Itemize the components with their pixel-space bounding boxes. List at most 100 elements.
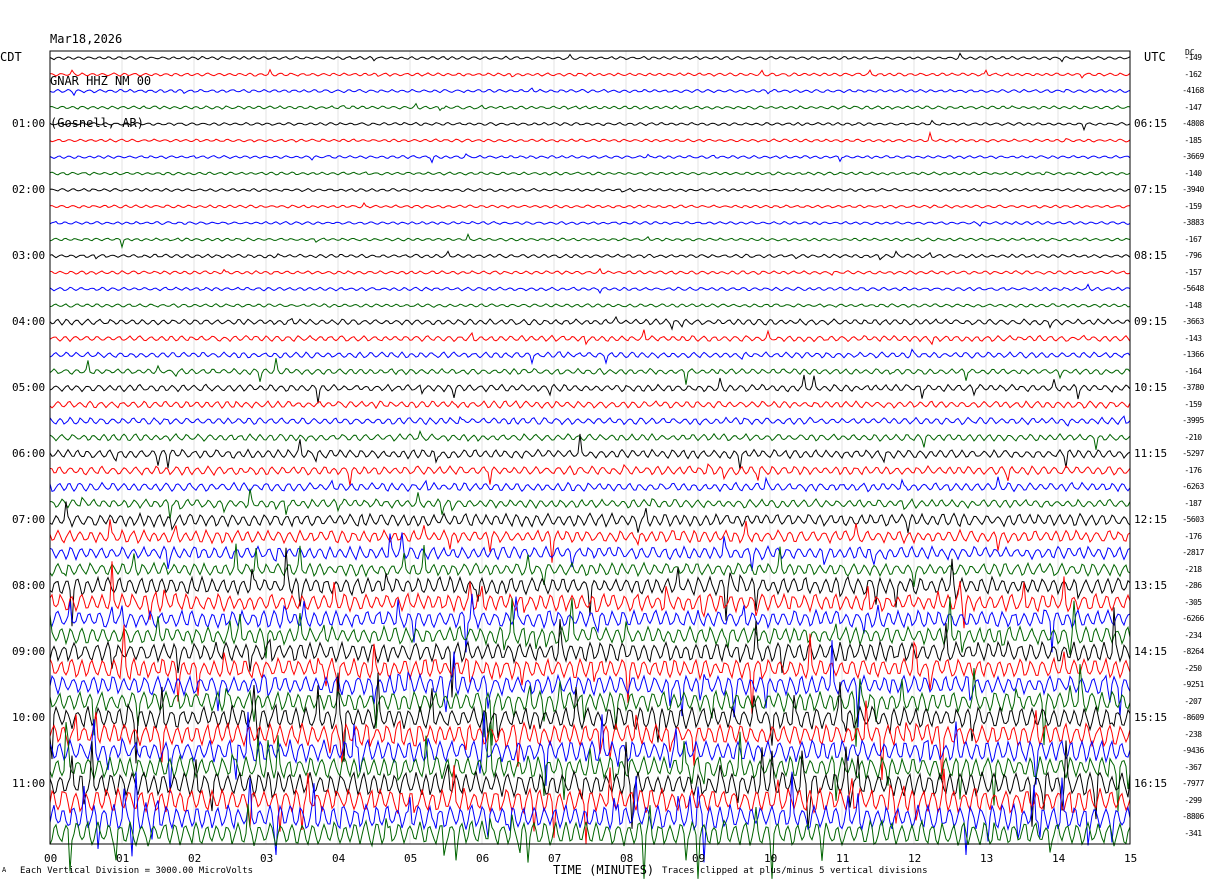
- seismic-trace-line: [49, 596, 1131, 659]
- utc-hour-label: 06:15: [1134, 117, 1168, 130]
- x-tick-label: 00: [44, 852, 58, 865]
- dc-offset-label: -234: [1184, 630, 1202, 640]
- dc-offset-label: -143: [1184, 333, 1202, 343]
- dc-offset-label: -4168: [1182, 86, 1204, 95]
- cdt-hour-label: 08:00: [12, 579, 46, 592]
- dc-offset-label: -218: [1184, 564, 1202, 574]
- clip-note: Traces clipped at plus/minus 5 vertical …: [662, 866, 928, 876]
- x-tick-label: 15: [1124, 852, 1138, 865]
- seismic-trace-line: [49, 171, 1131, 176]
- dc-offset-label: -1366: [1182, 350, 1204, 359]
- seismic-trace-line: [49, 532, 1131, 571]
- seismic-trace-line: [49, 429, 1131, 450]
- dc-offset-label: -157: [1184, 267, 1202, 277]
- x-tick-label: 12: [908, 852, 922, 865]
- cdt-hour-label: 05:00: [12, 381, 46, 394]
- dc-offset-label: -305: [1184, 597, 1202, 607]
- seismic-trace-line: [49, 488, 1131, 520]
- x-axis-title: TIME (MINUTES): [553, 863, 655, 877]
- seismic-trace-line: [49, 315, 1131, 331]
- dc-offset-label: -140: [1184, 168, 1202, 178]
- dc-offset-label: -238: [1184, 729, 1202, 739]
- cdt-hour-label: 07:00: [12, 513, 46, 526]
- utc-hour-label: 14:15: [1134, 645, 1168, 658]
- seismic-trace-line: [49, 501, 1131, 533]
- dc-offset-label: -341: [1184, 828, 1202, 838]
- dc-offset-label: -3663: [1182, 317, 1204, 326]
- seismic-trace-line: [49, 476, 1131, 493]
- helicorder-plot: [49, 50, 1131, 879]
- plot-grid: [49, 51, 1131, 844]
- seismic-trace-line: [49, 329, 1131, 346]
- seismic-trace-line: [49, 400, 1131, 410]
- seismic-trace-line: [49, 52, 1131, 63]
- dc-offset-label: -367: [1184, 762, 1202, 772]
- seismic-trace-line: [49, 358, 1131, 385]
- seismic-traces: [49, 52, 1131, 879]
- dc-offset-label: -286: [1184, 581, 1202, 590]
- dc-offset-label: -7977: [1182, 779, 1204, 788]
- dc-offset-label: -5297: [1182, 449, 1204, 458]
- seismic-trace-line: [49, 153, 1131, 164]
- dc-offset-label: -3940: [1182, 185, 1204, 194]
- scale-note: Each Vertical Division = 3000.00 MicroVo…: [20, 866, 253, 876]
- dc-offset-label: -162: [1184, 69, 1202, 79]
- seismic-trace-line: [49, 202, 1131, 209]
- dc-offset-label: -148: [1184, 300, 1202, 310]
- seismic-trace-line: [49, 348, 1131, 366]
- dc-offset-label: -6263: [1182, 482, 1204, 491]
- dc-offset-label: -3669: [1182, 152, 1204, 161]
- seismic-trace-line: [49, 303, 1131, 308]
- seismic-trace-line: [49, 102, 1131, 112]
- seismic-trace-line: [49, 119, 1131, 132]
- x-tick-label: 05: [404, 852, 418, 865]
- dc-offset-label: -3883: [1182, 218, 1204, 227]
- dc-offset-label: -5603: [1182, 515, 1204, 524]
- dc-offset-label: -167: [1184, 234, 1202, 244]
- cdt-hour-label: 11:00: [12, 777, 46, 790]
- dc-offset-label: -9251: [1182, 680, 1204, 689]
- seismic-trace-line: [49, 607, 1131, 698]
- dc-offset-label: -187: [1184, 498, 1202, 508]
- dc-offset-label: -250: [1184, 663, 1202, 673]
- seismic-trace-line: [49, 232, 1131, 249]
- x-tick-label: 11: [836, 852, 850, 865]
- dc-offset-label: -185: [1184, 135, 1202, 145]
- x-tick-label: 14: [1052, 852, 1066, 865]
- dc-offset-label: -176: [1184, 531, 1202, 541]
- utc-hour-label: 15:15: [1134, 711, 1168, 724]
- dc-offset-label: -147: [1184, 102, 1202, 112]
- x-tick-label: 13: [980, 852, 994, 865]
- dc-offset-label: -5648: [1182, 284, 1204, 293]
- dc-offset-label: -6266: [1182, 614, 1204, 623]
- seismic-trace-line: [49, 250, 1131, 261]
- seismic-trace-line: [49, 267, 1131, 276]
- seismic-trace-line: [49, 130, 1131, 143]
- dc-offset-label: -210: [1184, 432, 1202, 442]
- utc-hour-label: 13:15: [1134, 579, 1168, 592]
- dc-offset-label: -8806: [1182, 812, 1204, 821]
- cdt-hour-label: 01:00: [12, 117, 46, 130]
- seismic-trace-line: [49, 220, 1131, 227]
- x-tick-label: 03: [260, 852, 274, 865]
- cdt-hour-label: 06:00: [12, 447, 46, 460]
- dc-offset-label: -159: [1184, 201, 1202, 211]
- utc-hour-label: 10:15: [1134, 381, 1168, 394]
- seismic-trace-line: [49, 374, 1131, 404]
- dc-offset-label: -4808: [1182, 119, 1204, 128]
- dc-offset-label: -796: [1184, 251, 1202, 260]
- plot-frame: [49, 50, 1131, 845]
- cdt-hour-label: 10:00: [12, 711, 46, 724]
- cdt-hour-label: 02:00: [12, 183, 46, 196]
- dc-offset-label: -2817: [1182, 548, 1204, 557]
- seismic-trace-line: [49, 433, 1131, 470]
- seismic-trace-line: [50, 68, 1131, 79]
- x-tick-label: 06: [476, 852, 490, 865]
- dc-offset-label: -8609: [1182, 713, 1204, 722]
- dc-offset-label: -159: [1184, 399, 1202, 409]
- seismic-trace-line: [49, 415, 1131, 427]
- x-tick-label: 09: [692, 852, 706, 865]
- utc-hour-label: 07:15: [1134, 183, 1168, 196]
- dc-offset-label: -3780: [1182, 383, 1204, 392]
- utc-hour-label: 12:15: [1134, 513, 1168, 526]
